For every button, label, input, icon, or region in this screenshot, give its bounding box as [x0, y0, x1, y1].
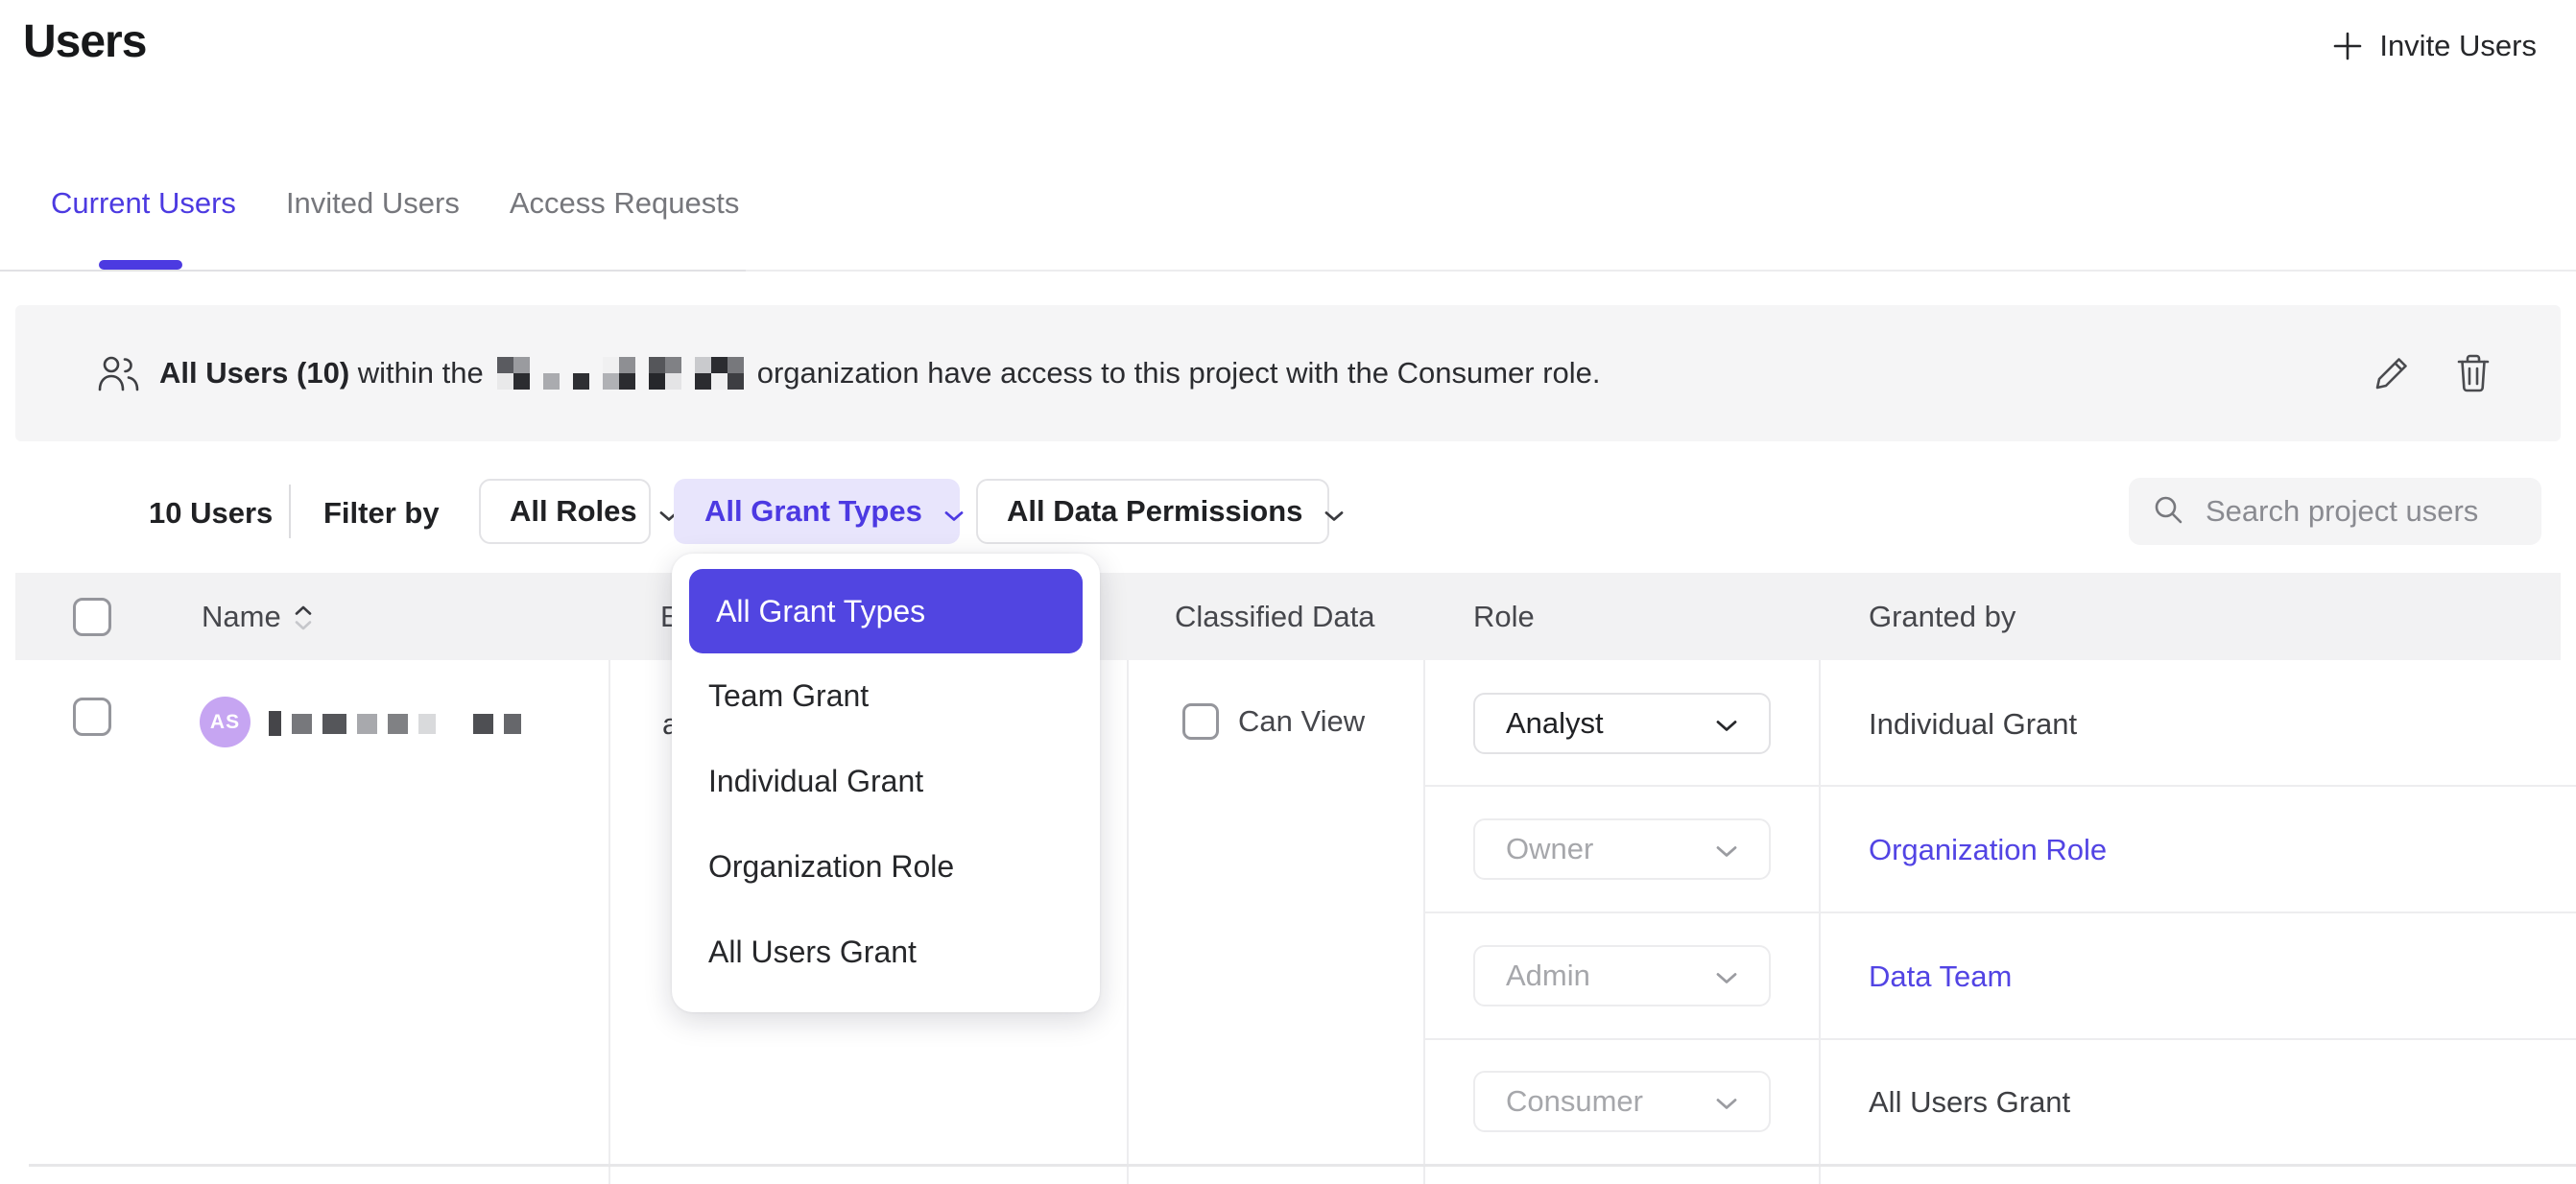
column-divider	[1819, 660, 1821, 1184]
column-divider	[1127, 660, 1129, 1184]
row-checkbox-wrap	[73, 698, 111, 736]
tab-bar-divider-dark	[0, 270, 746, 272]
filter-all-data-permissions[interactable]: All Data Permissions	[976, 479, 1329, 544]
role-select-owner[interactable]: Owner	[1473, 818, 1771, 880]
subrow-divider	[1423, 912, 2576, 913]
trash-icon[interactable]	[2455, 353, 2492, 393]
role-select-value: Admin	[1506, 959, 1590, 993]
role-select-consumer[interactable]: Consumer	[1473, 1071, 1771, 1132]
select-all-checkbox[interactable]	[73, 598, 111, 636]
can-view-checkbox[interactable]	[1182, 703, 1219, 740]
tab-current-users[interactable]: Current Users	[51, 186, 236, 221]
plus-icon	[2331, 30, 2364, 62]
people-icon	[98, 355, 140, 398]
tab-access-requests[interactable]: Access Requests	[510, 186, 740, 221]
classified-data-cell: Can View	[1182, 703, 1365, 740]
pencil-icon[interactable]	[2373, 354, 2411, 392]
banner-text-after: organization have access to this project…	[757, 356, 1601, 391]
chevron-down-icon	[1324, 496, 1345, 531]
avatar: AS	[200, 697, 250, 747]
granted-by-data-team-link[interactable]: Data Team	[1869, 959, 2012, 994]
search-project-users	[2129, 478, 2541, 545]
menu-item-team-grant[interactable]: Team Grant	[689, 653, 1083, 739]
role-select-value: Owner	[1506, 832, 1593, 866]
banner-text: All Users (10) within the organization h…	[159, 305, 1601, 441]
filter-all-data-permissions-label: All Data Permissions	[1007, 494, 1302, 529]
filter-all-roles[interactable]: All Roles	[479, 479, 651, 544]
tab-bar: Current Users Invited Users Access Reque…	[51, 186, 739, 221]
chevron-down-icon	[1715, 706, 1738, 741]
row-bottom-border	[29, 1164, 2576, 1167]
granted-by-individual-grant: Individual Grant	[1869, 707, 2077, 742]
can-view-label: Can View	[1238, 704, 1365, 739]
granted-by-organization-role-link[interactable]: Organization Role	[1869, 833, 2107, 867]
banner-text-before: within the	[358, 356, 484, 391]
role-select-admin[interactable]: Admin	[1473, 945, 1771, 1006]
invite-users-label: Invite Users	[2379, 29, 2537, 63]
users-page: Users Invite Users Current Users Invited…	[0, 0, 2576, 1184]
table-header: Name Email Classified Data Role Granted …	[15, 573, 2561, 660]
column-header-role: Role	[1473, 600, 1535, 634]
column-header-classified-data: Classified Data	[1175, 600, 1374, 634]
column-header-name[interactable]: Name	[202, 600, 281, 634]
sort-chevrons-icon[interactable]	[295, 605, 312, 630]
role-select-analyst[interactable]: Analyst	[1473, 693, 1771, 754]
menu-item-individual-grant[interactable]: Individual Grant	[689, 739, 1083, 824]
chevron-down-icon	[1715, 1084, 1738, 1119]
search-icon	[2152, 493, 2184, 531]
chevron-down-icon	[1715, 959, 1738, 993]
chevron-down-icon	[943, 496, 965, 531]
redacted-org-name	[497, 357, 744, 390]
column-header-granted-by: Granted by	[1869, 600, 2015, 634]
column-divider	[1423, 660, 1425, 1184]
menu-item-all-users-grant[interactable]: All Users Grant	[689, 910, 1083, 995]
menu-item-all-grant-types[interactable]: All Grant Types	[689, 569, 1083, 653]
active-tab-indicator	[99, 260, 182, 270]
chevron-down-icon	[1715, 832, 1738, 866]
role-select-value: Consumer	[1506, 1084, 1643, 1119]
subrow-divider	[1423, 1038, 2576, 1040]
granted-by-all-users-grant: All Users Grant	[1869, 1085, 2070, 1120]
row-checkbox[interactable]	[73, 698, 111, 736]
tab-invited-users[interactable]: Invited Users	[286, 186, 460, 221]
user-count: 10 Users	[149, 496, 273, 531]
filter-all-grant-types[interactable]: All Grant Types	[674, 479, 960, 544]
subrow-divider	[1423, 785, 2576, 787]
filter-all-grant-types-label: All Grant Types	[704, 494, 922, 529]
banner-bold-text: All Users (10)	[159, 356, 349, 391]
redacted-user-name	[269, 712, 521, 735]
all-users-access-banner: All Users (10) within the organization h…	[15, 305, 2561, 441]
page-title: Users	[23, 15, 146, 68]
invite-users-button[interactable]: Invite Users	[2331, 29, 2537, 63]
role-select-value: Analyst	[1506, 706, 1604, 741]
toolbar-divider	[289, 485, 291, 538]
banner-actions	[2373, 305, 2492, 441]
search-input[interactable]	[2204, 493, 2518, 530]
menu-item-organization-role[interactable]: Organization Role	[689, 824, 1083, 910]
grant-types-dropdown-menu: All Grant Types Team Grant Individual Gr…	[672, 554, 1100, 1012]
column-divider	[608, 660, 610, 1184]
filter-all-roles-label: All Roles	[510, 494, 637, 529]
filter-by-label: Filter by	[323, 496, 440, 531]
